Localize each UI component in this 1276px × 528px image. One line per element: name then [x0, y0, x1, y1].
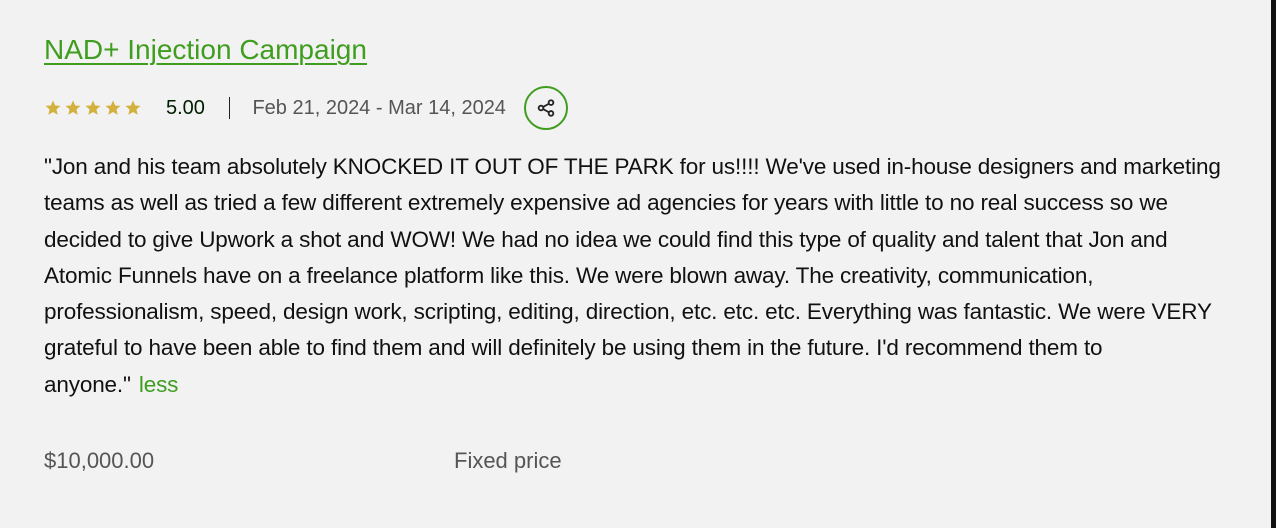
- review-title-link[interactable]: NAD+ Injection Campaign: [44, 30, 367, 70]
- contract-amount: $10,000.00: [44, 448, 155, 473]
- window-edge: [1271, 0, 1276, 528]
- review-meta-row: 5.00 Feb 21, 2024 - Mar 14, 2024: [44, 83, 1234, 133]
- star-icon: [45, 100, 61, 115]
- star-rating: [44, 99, 142, 117]
- review-text: "Jon and his team absolutely KNOCKED IT …: [44, 154, 1221, 397]
- share-icon: [537, 99, 555, 117]
- price-type: Fixed price: [454, 448, 562, 473]
- review-card: NAD+ Injection Campaign 5.00 Feb 21, 202…: [44, 30, 1234, 473]
- less-link[interactable]: less: [139, 372, 179, 397]
- contract-details: $10,000.00 Fixed price: [44, 448, 944, 474]
- star-icon: [125, 100, 141, 115]
- star-icon: [105, 100, 121, 115]
- star-icon: [65, 100, 81, 115]
- share-button[interactable]: [523, 86, 568, 130]
- rating-value: 5.00: [166, 96, 205, 119]
- review-text-block: "Jon and his team absolutely KNOCKED IT …: [44, 149, 1234, 403]
- date-range: Feb 21, 2024 - Mar 14, 2024: [252, 96, 506, 119]
- meta-divider: [228, 97, 231, 119]
- star-icon: [85, 100, 101, 115]
